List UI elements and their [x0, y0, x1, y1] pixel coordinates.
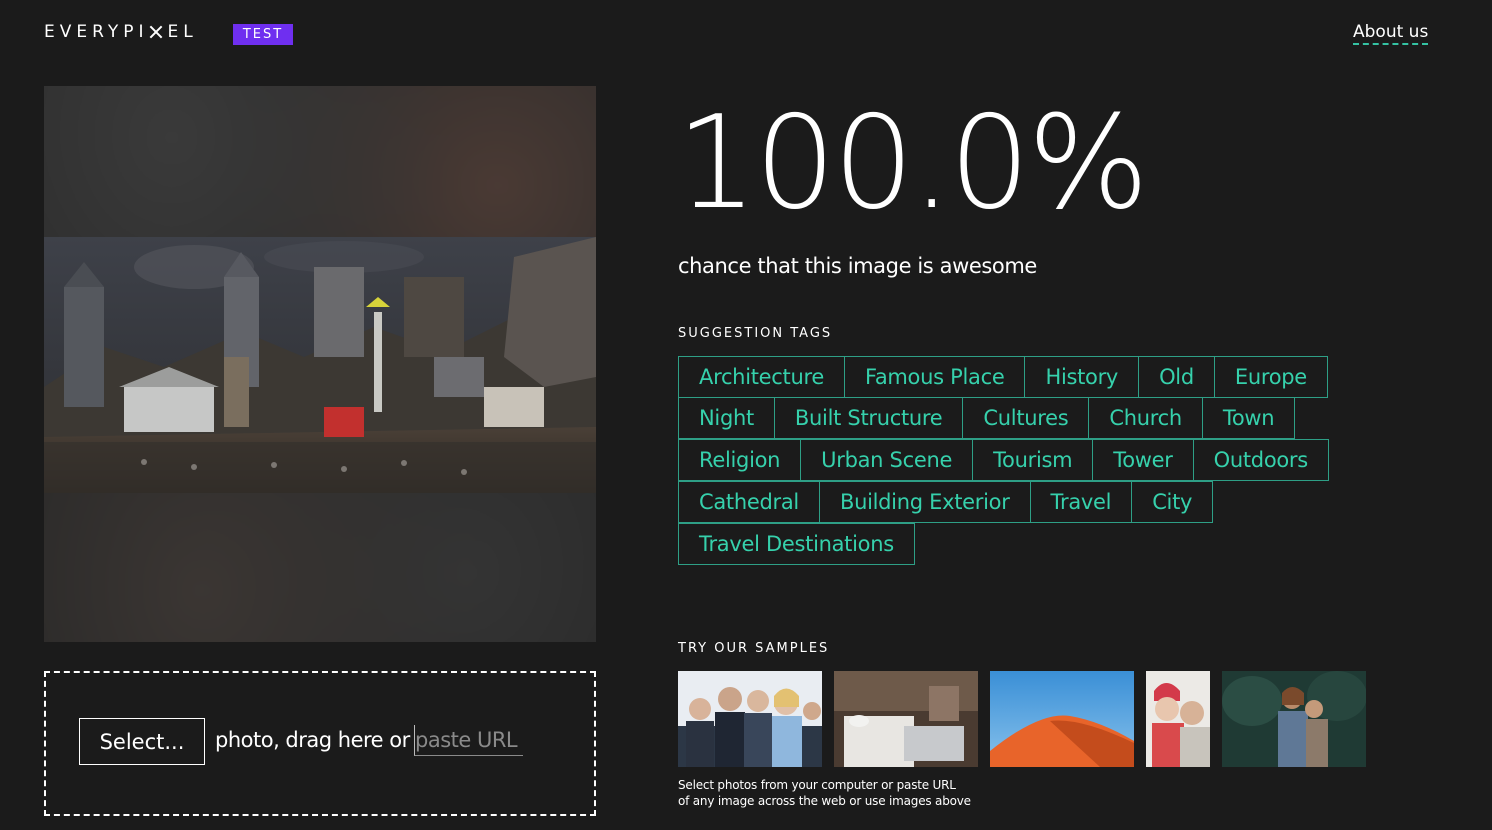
tag[interactable]: Cathedral — [678, 481, 820, 523]
tag[interactable]: Night — [678, 397, 775, 439]
tag[interactable]: Religion — [678, 439, 802, 481]
tag[interactable]: Tower — [1092, 439, 1194, 481]
test-badge: TEST — [233, 24, 293, 45]
tag-row: Cathedral Building Exterior Travel City — [678, 481, 1378, 524]
tag[interactable]: Town — [1201, 397, 1296, 439]
samples-hint: Select photos from your computer or past… — [678, 777, 971, 809]
logo-x-icon — [149, 25, 163, 39]
tag[interactable]: Outdoors — [1192, 439, 1329, 481]
tag[interactable]: Famous Place — [843, 356, 1026, 398]
tag[interactable]: Built Structure — [773, 397, 964, 439]
tag-row: Night Built Structure Cultures Church To… — [678, 397, 1378, 440]
url-input[interactable] — [414, 725, 523, 756]
samples-hint-line1: Select photos from your computer or past… — [678, 778, 956, 792]
tag[interactable]: Urban Scene — [800, 439, 974, 481]
tag-list: Architecture Famous Place History Old Eu… — [678, 356, 1378, 566]
select-photo-button[interactable]: Select... — [79, 718, 205, 765]
sample-business-team[interactable] — [678, 671, 822, 767]
logo[interactable]: EVERYPI EL — [44, 22, 198, 42]
logo-text-start: EVERYPI — [44, 22, 149, 42]
sample-office-desk[interactable] — [834, 671, 978, 767]
tag[interactable]: Architecture — [678, 356, 845, 398]
page: EVERYPI EL TEST About us Select... photo… — [0, 0, 1492, 830]
tag[interactable]: Church — [1088, 397, 1203, 439]
awesome-score: 100.0% — [676, 89, 1149, 238]
tag-row: Architecture Famous Place History Old Eu… — [678, 356, 1378, 398]
tag-row: Religion Urban Scene Tourism Tower Outdo… — [678, 439, 1378, 482]
suggestion-tags-title: SUGGESTION TAGS — [678, 326, 833, 341]
tag[interactable]: Tourism — [972, 439, 1094, 481]
sample-couple-forest[interactable] — [1222, 671, 1366, 767]
upload-instructions: photo, drag here or — [215, 728, 410, 752]
tag-row: Travel Destinations — [678, 523, 1378, 566]
sample-couple-winter[interactable] — [1146, 671, 1210, 767]
samples-title: TRY OUR SAMPLES — [678, 641, 830, 656]
tag[interactable]: Travel Destinations — [678, 523, 915, 565]
logo-text-end: EL — [167, 22, 198, 42]
tag[interactable]: Cultures — [962, 397, 1090, 439]
tag[interactable]: History — [1024, 356, 1140, 398]
sample-desert-dune[interactable] — [990, 671, 1134, 767]
upload-dropzone[interactable]: Select... photo, drag here or — [44, 671, 596, 816]
tag[interactable]: City — [1131, 481, 1214, 523]
about-us-link[interactable]: About us — [1353, 22, 1429, 45]
image-preview — [44, 86, 596, 642]
tag[interactable]: Travel — [1029, 481, 1133, 523]
score-caption: chance that this image is awesome — [678, 254, 1037, 278]
tag[interactable]: Old — [1138, 356, 1215, 398]
sample-images — [678, 671, 1378, 767]
tag[interactable]: Building Exterior — [818, 481, 1031, 523]
uploaded-image — [44, 237, 596, 493]
samples-hint-line2: of any image across the web or use image… — [678, 794, 971, 808]
tag[interactable]: Europe — [1213, 356, 1328, 398]
